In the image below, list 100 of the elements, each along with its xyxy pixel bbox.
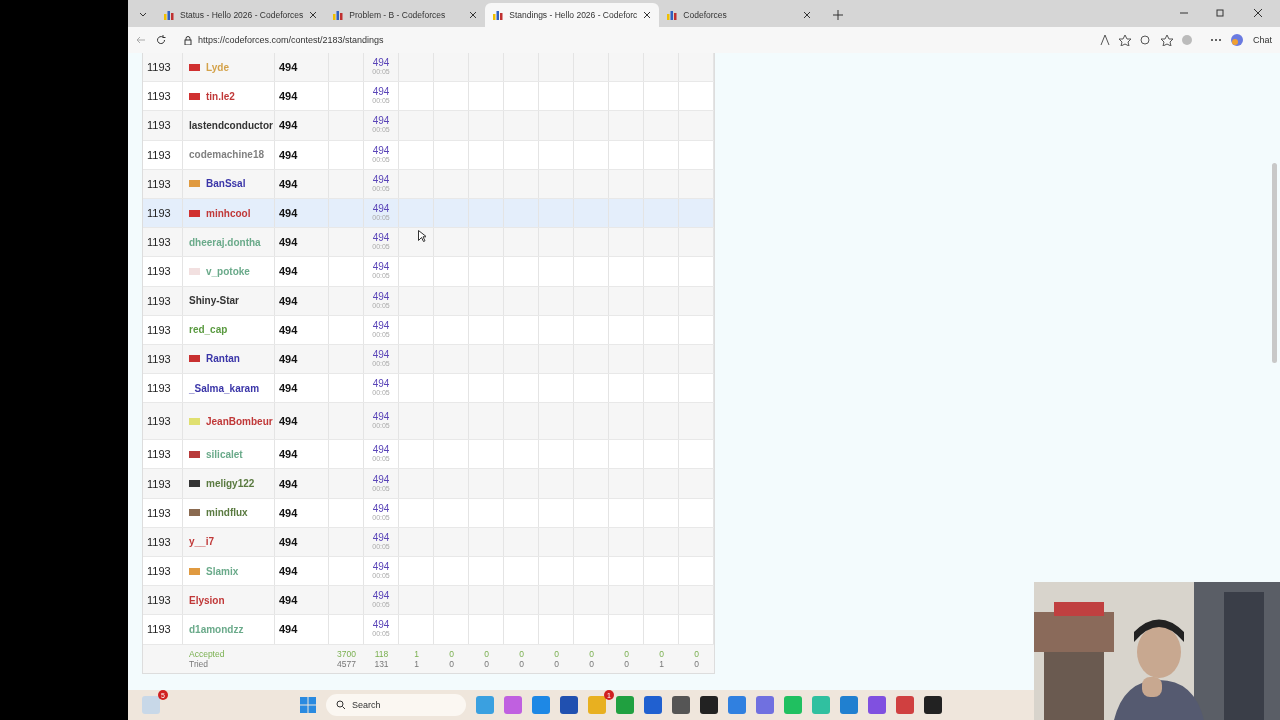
lock-icon (184, 35, 192, 45)
close-icon[interactable] (643, 11, 652, 19)
user-handle[interactable]: y__i7 (189, 536, 215, 548)
accepted-points: 494 (372, 503, 390, 513)
user-handle[interactable]: BanSsal (206, 178, 246, 190)
bar-chart-icon (667, 10, 678, 20)
accepted-points: 494 (372, 532, 390, 542)
rank-text: 1193 (146, 119, 171, 132)
user-handle[interactable]: _Salma_karam (189, 382, 260, 394)
accepted-points: 494 (372, 562, 390, 572)
mail-icon[interactable] (142, 696, 160, 714)
rank-text: 1193 (146, 382, 171, 395)
score-text: 494 (278, 382, 298, 395)
score-text: 494 (278, 415, 298, 428)
user-handle[interactable]: meligy122 (206, 478, 255, 490)
app-icon[interactable] (672, 696, 690, 714)
rank-text: 1193 (146, 236, 171, 249)
rank-text: 1193 (146, 177, 171, 190)
accepted-count: 0 (694, 648, 699, 659)
score-text: 494 (278, 565, 298, 578)
app-icon[interactable] (728, 696, 746, 714)
bar-chart-icon (333, 10, 344, 20)
app-icon[interactable] (532, 696, 550, 714)
browser-tab[interactable]: Problem - B - Codeforces (325, 3, 486, 27)
app-icon[interactable] (504, 696, 522, 714)
accepted-count: 0 (449, 648, 454, 659)
rank-text: 1193 (146, 148, 171, 161)
accepted-count: 1 (414, 648, 419, 659)
accepted-points: 494 (372, 412, 390, 422)
tried-count: 0 (694, 658, 699, 669)
score-text: 494 (278, 294, 298, 307)
reload-icon[interactable] (156, 35, 166, 45)
rank-text: 1193 (146, 207, 171, 220)
accepted-points: 494 (372, 262, 390, 272)
close-icon[interactable] (469, 11, 478, 19)
accepted-points: 494 (372, 474, 390, 484)
score-text: 494 (278, 594, 298, 607)
user-handle[interactable]: Slamix (206, 565, 239, 577)
score-text: 494 (278, 90, 298, 103)
more-icon[interactable] (1211, 38, 1221, 42)
accepted-count: 0 (519, 648, 524, 659)
app-icon[interactable] (700, 696, 718, 714)
browser-tab[interactable]: Codeforces (659, 3, 820, 27)
score-text: 494 (278, 352, 298, 365)
accepted-points: 494 (372, 445, 390, 455)
accepted-points: 494 (372, 174, 390, 184)
browser-tab[interactable]: Standings - Hello 2026 - Codeforc (485, 3, 660, 27)
accepted-points: 494 (372, 349, 390, 359)
tried-count: 0 (449, 658, 454, 669)
user-handle[interactable]: codemachine18 (189, 149, 265, 161)
chat-label[interactable]: Chat (1253, 35, 1272, 45)
score-text: 494 (278, 623, 298, 636)
app-icon[interactable] (644, 696, 662, 714)
app-icon[interactable] (840, 696, 858, 714)
user-handle[interactable]: red_cap (189, 324, 228, 336)
app-icon[interactable] (924, 696, 942, 714)
score-text: 494 (278, 477, 298, 490)
user-handle[interactable]: v_potoke (206, 265, 250, 277)
back-arrow-icon[interactable] (136, 35, 146, 45)
app-icon[interactable] (896, 696, 914, 714)
user-handle[interactable]: silicalet (206, 448, 243, 460)
search-field[interactable]: Search (326, 694, 466, 716)
user-handle[interactable]: Elysion (189, 594, 225, 606)
app-icon[interactable] (756, 696, 774, 714)
user-handle[interactable]: tin.le2 (206, 90, 235, 102)
user-handle[interactable]: Rantan (206, 353, 240, 365)
score-text: 494 (278, 265, 298, 278)
rank-text: 1193 (146, 535, 171, 548)
user-handle[interactable]: Shiny-Star (189, 295, 239, 307)
user-handle[interactable]: JeanBombeur (206, 415, 273, 427)
score-text: 494 (278, 119, 298, 132)
plus-icon[interactable] (833, 10, 844, 20)
address-bar[interactable]: https://codeforces.com/contest/2183/standings (176, 30, 1071, 50)
score-text: 494 (278, 236, 298, 249)
app-icon[interactable] (560, 696, 578, 714)
tried-count: 0 (554, 658, 559, 669)
app-icon[interactable] (476, 696, 494, 714)
rank-text: 1193 (146, 323, 171, 336)
score-text: 494 (278, 323, 298, 336)
browser-tab[interactable]: Status - Hello 2026 - Codeforces (156, 3, 326, 27)
user-handle[interactable]: mindflux (206, 507, 248, 519)
accepted-count: 3700 (337, 648, 356, 659)
accepted-count: 0 (554, 648, 559, 659)
app-icon[interactable] (868, 696, 886, 714)
scrollbar[interactable] (1272, 163, 1277, 363)
close-icon[interactable] (309, 11, 318, 19)
accepted-count: 0 (589, 648, 594, 659)
accepted-points: 494 (372, 233, 390, 243)
rank-text: 1193 (146, 594, 171, 607)
bar-chart-icon (493, 10, 504, 20)
bar-chart-icon (164, 10, 174, 20)
accepted-points: 494 (372, 291, 390, 301)
user-handle[interactable]: minhcool (206, 207, 251, 219)
user-handle[interactable]: lastendconductor (189, 119, 273, 131)
user-handle[interactable]: d1amondzz (189, 623, 244, 635)
windows-logo-icon[interactable] (300, 697, 316, 713)
app-icon[interactable] (616, 696, 634, 714)
close-icon[interactable] (803, 11, 812, 19)
score-text: 494 (278, 61, 298, 74)
accepted-points: 494 (372, 58, 390, 68)
